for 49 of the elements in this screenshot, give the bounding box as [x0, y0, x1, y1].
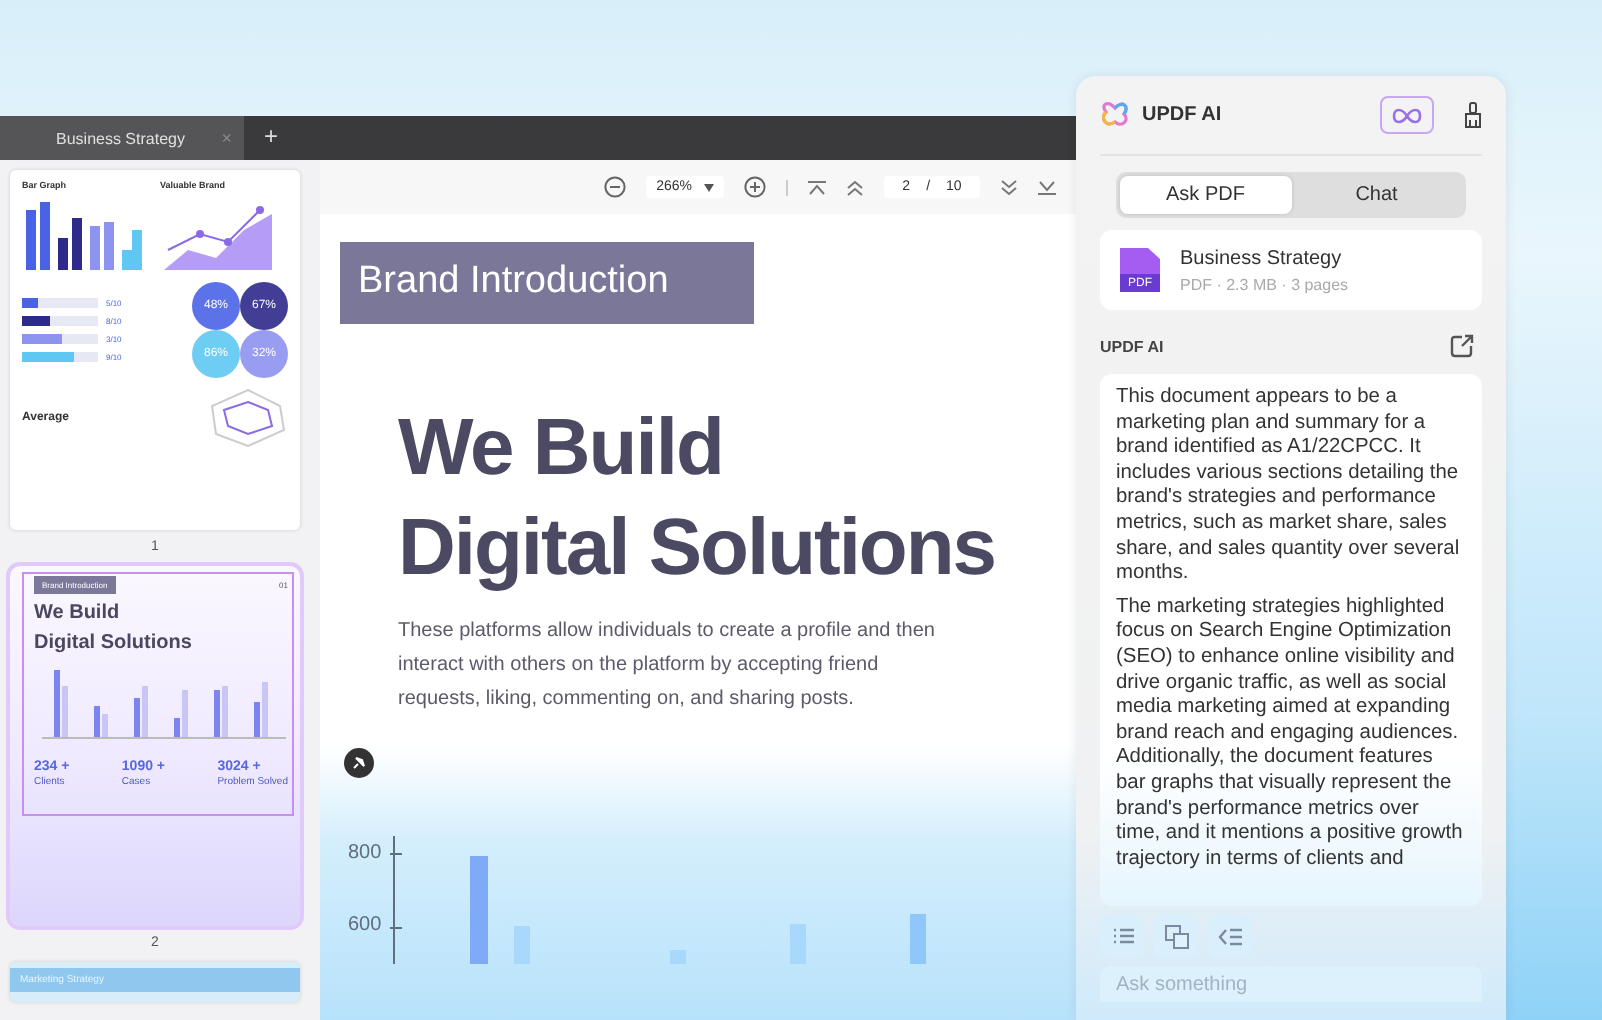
body-paragraph: These platforms allow individuals to create a profile and then interact with others on the platform by accepting friend requests, liking, commenting on, and sharing posts.	[398, 618, 937, 714]
chart-bar	[669, 950, 686, 964]
chart-bar	[909, 914, 926, 964]
document-tab[interactable]: Business Strategy ×	[0, 116, 244, 160]
progress-blocks-drawing	[22, 352, 98, 362]
new-tab-button[interactable]: +	[264, 116, 279, 160]
list-icon	[1109, 923, 1135, 949]
response-paragraph: The marketing strategies highlighted focus on Search Engine Optimization (SEO) to enhance online visibility and drive organic traffic, as well as social media marketing aimed at expanding brand reach and engaging audiences. Additionally, the document features bar graphs that visually represent the brand's performance metrics over time, and it mentions a positive growth trajectory in terms of clients and	[1116, 595, 1465, 873]
headline: Digital Solutions	[398, 502, 996, 596]
section-label: UPDF AI	[1100, 337, 1164, 355]
chart-bar	[789, 924, 806, 964]
progress-blocks-drawing	[22, 298, 98, 308]
first-page-icon	[808, 179, 826, 195]
thumb-headline: Digital Solutions	[34, 632, 194, 654]
viewport-frame[interactable]	[22, 572, 294, 816]
mode-tab[interactable]: Ask PDF	[1120, 176, 1291, 214]
chart-bar	[469, 856, 488, 964]
translate-button[interactable]	[1154, 914, 1198, 958]
summary-button[interactable]	[1208, 914, 1252, 958]
chart-bar	[513, 926, 530, 964]
caret-icon	[704, 183, 714, 191]
infinity-button[interactable]	[1380, 96, 1434, 134]
next-page-icon	[1000, 179, 1018, 195]
radar-chart-drawing	[208, 386, 288, 450]
previous-page-icon	[846, 179, 864, 195]
list-button[interactable]	[1100, 914, 1144, 958]
axis-tick-label: 600	[348, 912, 382, 940]
panel-title: UPDF AI	[1142, 104, 1224, 126]
mode-tab[interactable]: Chat	[1291, 176, 1462, 214]
progress-blocks-drawing	[22, 334, 98, 344]
file-meta: PDF · 2.3 MB · 3 pages	[1180, 275, 1349, 293]
broom-icon	[1464, 102, 1482, 128]
progress-blocks-drawing	[22, 316, 98, 326]
response-paragraph: This document appears to be a marketing plan and summary for a brand identified as A1/22CPCC. It includes various sections detailing the brand's strategies and performance metrics, such as market share, sales share, and sales quantity over several months.	[1116, 386, 1462, 588]
file-name: Business Strategy	[1180, 247, 1344, 269]
zoom-in-icon	[744, 176, 766, 198]
chart-axis	[389, 835, 403, 964]
headline: We Build	[398, 402, 725, 496]
thumb-headline: We Build	[34, 602, 122, 624]
logo-icon	[1100, 100, 1130, 130]
infinity-icon	[1392, 107, 1422, 123]
section-banner: Brand Introduction	[340, 242, 754, 324]
ask-input-field[interactable]: Ask something	[1100, 966, 1482, 1002]
axis-tick-label: 800	[348, 840, 382, 868]
external-link-icon	[1450, 334, 1474, 358]
last-page-icon	[1038, 179, 1056, 195]
tab-label: Business Strategy	[56, 129, 185, 147]
pin-icon	[344, 748, 374, 778]
zoom-out-icon	[604, 176, 627, 198]
